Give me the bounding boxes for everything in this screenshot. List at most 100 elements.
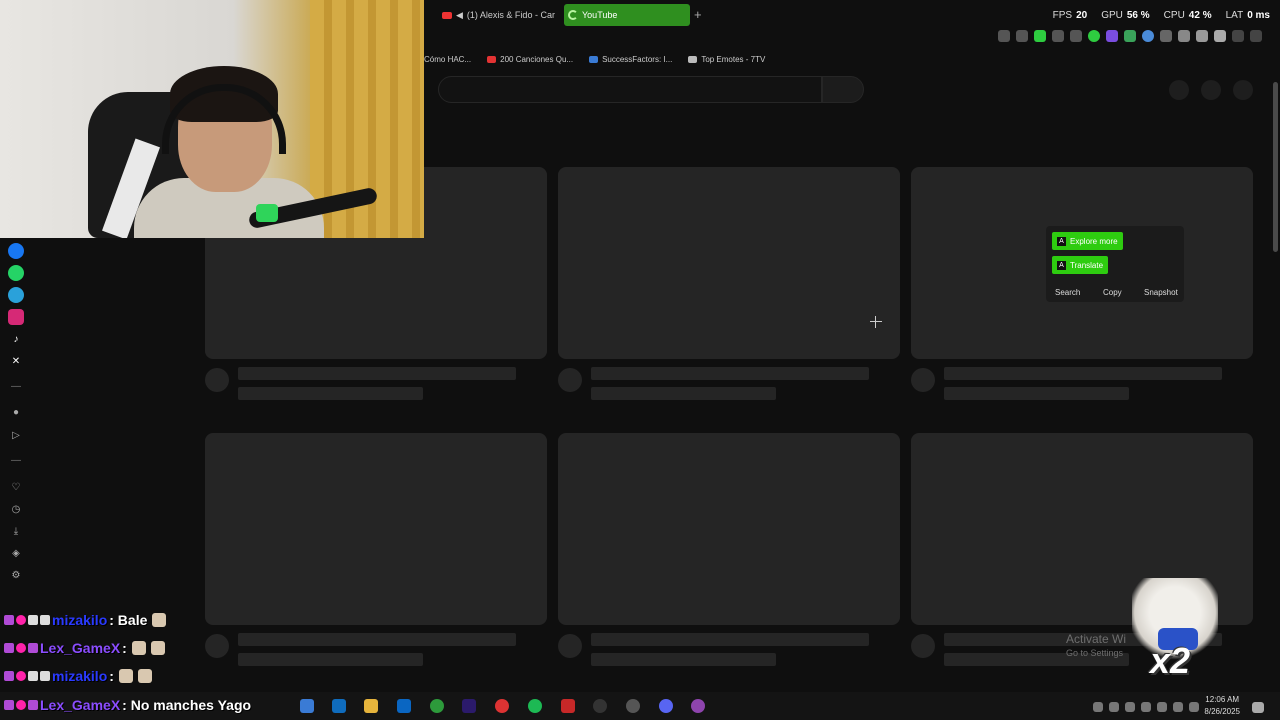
avatar[interactable] bbox=[1214, 30, 1226, 42]
channel-avatar-placeholder bbox=[205, 368, 229, 392]
page-scrollbar[interactable] bbox=[1272, 74, 1280, 692]
puzzle-icon[interactable] bbox=[1196, 30, 1208, 42]
tab-label: (1) Alexis & Fido - Car bbox=[466, 10, 555, 20]
tab-alexis-fido[interactable]: ◀ (1) Alexis & Fido - Car bbox=[438, 4, 562, 26]
lat-label: LAT bbox=[1225, 10, 1244, 21]
tab-youtube[interactable]: YouTube bbox=[564, 4, 690, 26]
download-icon[interactable] bbox=[1232, 30, 1244, 42]
new-tab-icon[interactable]: + bbox=[694, 7, 702, 22]
search-input[interactable] bbox=[438, 76, 822, 103]
lat-value: 0 ms bbox=[1247, 10, 1270, 21]
tiktok-icon[interactable]: ♪ bbox=[8, 331, 24, 347]
heart-icon[interactable] bbox=[1088, 30, 1100, 42]
download-icon[interactable]: ⤓ bbox=[8, 523, 24, 539]
outlook-icon[interactable] bbox=[397, 699, 411, 713]
file-explorer-icon[interactable] bbox=[364, 699, 378, 713]
search-button[interactable] bbox=[822, 76, 864, 103]
calendar-app-icon[interactable] bbox=[300, 699, 314, 713]
menu-icon[interactable] bbox=[1250, 30, 1262, 42]
search-action[interactable]: Search bbox=[1055, 288, 1080, 297]
record-icon[interactable]: ● bbox=[8, 404, 24, 420]
video-thumbnail-placeholder[interactable] bbox=[558, 433, 900, 625]
flag-app-icon[interactable] bbox=[430, 699, 444, 713]
tray-icon[interactable] bbox=[1125, 702, 1135, 712]
activate-windows-watermark: Activate Wi Go to Settings bbox=[1066, 632, 1126, 658]
speaker-icon[interactable]: ◀ bbox=[456, 10, 463, 21]
bookmark-item[interactable]: Top Emotes - 7TV bbox=[688, 55, 765, 64]
whatsapp-icon[interactable] bbox=[8, 265, 24, 281]
instagram-icon[interactable] bbox=[8, 309, 24, 325]
discord-icon[interactable] bbox=[659, 699, 673, 713]
title-placeholder bbox=[591, 633, 869, 646]
avatar[interactable] bbox=[1233, 80, 1253, 100]
bookmark-item[interactable]: Cómo HAC... bbox=[424, 55, 471, 64]
xbox-app-icon[interactable] bbox=[561, 699, 575, 713]
extension-icon[interactable] bbox=[1124, 30, 1136, 42]
extension-icon[interactable] bbox=[1160, 30, 1172, 42]
badge-icon bbox=[4, 671, 14, 681]
history-icon[interactable]: ◷ bbox=[8, 501, 24, 517]
tray-icon[interactable] bbox=[1189, 702, 1199, 712]
chat-username: Lex_GameX bbox=[40, 640, 121, 656]
shield-icon[interactable] bbox=[1034, 30, 1046, 42]
performance-overlay: FPS 20 GPU 56 % CPU 42 % LAT 0 ms bbox=[1053, 10, 1270, 21]
premiere-icon[interactable] bbox=[462, 699, 476, 713]
x-icon[interactable]: ✕ bbox=[8, 353, 24, 369]
scrollbar-thumb[interactable] bbox=[1273, 82, 1278, 252]
telegram-icon[interactable] bbox=[8, 287, 24, 303]
network-icon[interactable] bbox=[1141, 702, 1151, 712]
cpu-label: CPU bbox=[1163, 10, 1185, 21]
translate-button[interactable]: A Translate bbox=[1052, 256, 1109, 274]
extension-icon[interactable] bbox=[1142, 30, 1154, 42]
speaker-badge-icon bbox=[40, 671, 50, 681]
settings-icon[interactable]: ⚙ bbox=[8, 567, 24, 583]
channel-avatar-placeholder bbox=[911, 368, 935, 392]
chat-message: mizakilo : Bale bbox=[4, 612, 167, 628]
taskbar-clock[interactable]: 12:06 AM 8/26/2025 bbox=[1204, 694, 1240, 718]
heart-badge-icon bbox=[16, 671, 26, 681]
volume-icon[interactable] bbox=[1157, 702, 1167, 712]
heart-badge-icon bbox=[16, 700, 26, 710]
fps-label: FPS bbox=[1052, 10, 1073, 21]
meta-placeholder bbox=[591, 387, 776, 400]
heart-badge-icon bbox=[16, 615, 26, 625]
store-icon[interactable] bbox=[332, 699, 346, 713]
badge-icon bbox=[28, 615, 38, 625]
translate-icon[interactable] bbox=[1052, 30, 1064, 42]
snapshot-action[interactable]: Snapshot bbox=[1144, 288, 1178, 297]
heart-badge-icon bbox=[16, 643, 26, 653]
create-icon[interactable] bbox=[1169, 80, 1189, 100]
copy-action[interactable]: Copy bbox=[1103, 288, 1122, 297]
explore-more-button[interactable]: A Explore more bbox=[1052, 232, 1123, 250]
spotify-icon[interactable] bbox=[528, 699, 542, 713]
search-app-icon[interactable] bbox=[593, 699, 607, 713]
battery-icon[interactable] bbox=[1173, 702, 1183, 712]
extensions-icon[interactable]: ◈ bbox=[8, 545, 24, 561]
tray-icon[interactable] bbox=[1109, 702, 1119, 712]
play-icon[interactable]: ▷ bbox=[8, 427, 24, 443]
play-icon[interactable] bbox=[1070, 30, 1082, 42]
chat-message: Lex_GameX : bbox=[4, 640, 165, 656]
extension-icon[interactable] bbox=[1178, 30, 1190, 42]
channel-avatar-placeholder bbox=[558, 368, 582, 392]
bookmark-item[interactable]: SuccessFactors: I... bbox=[589, 55, 672, 64]
pin-icon[interactable] bbox=[998, 30, 1010, 42]
bookmark-item[interactable]: 200 Canciones Qu... bbox=[487, 55, 573, 64]
cpu-value: 42 % bbox=[1188, 10, 1212, 21]
chat-text: : bbox=[122, 640, 127, 656]
chat-username: mizakilo bbox=[52, 612, 108, 628]
heart-icon[interactable]: ♡ bbox=[8, 479, 24, 495]
messenger-icon[interactable] bbox=[8, 243, 24, 259]
video-thumbnail-placeholder[interactable] bbox=[205, 433, 547, 625]
title-placeholder bbox=[591, 367, 869, 380]
notifications-icon[interactable] bbox=[1252, 702, 1264, 713]
screenshot-icon[interactable] bbox=[1016, 30, 1028, 42]
emote-icon bbox=[152, 613, 167, 627]
video-thumbnail-placeholder[interactable] bbox=[558, 167, 900, 359]
notifications-icon[interactable] bbox=[1201, 80, 1221, 100]
tray-chevron-icon[interactable] bbox=[1093, 702, 1103, 712]
twitch-icon[interactable] bbox=[691, 699, 705, 713]
obs-icon[interactable] bbox=[626, 699, 640, 713]
opera-icon[interactable] bbox=[495, 699, 509, 713]
extension-icon[interactable] bbox=[1106, 30, 1118, 42]
